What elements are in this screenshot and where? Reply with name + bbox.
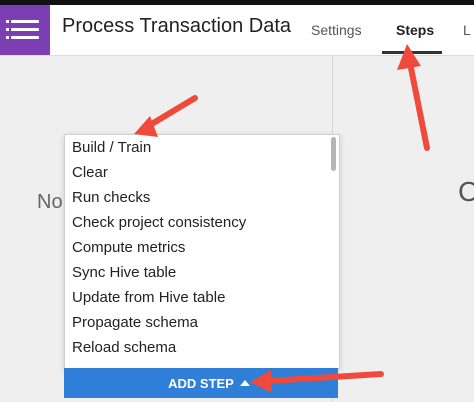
arrow-head-steps <box>397 44 421 70</box>
arrow-to-steps-tab <box>406 55 430 151</box>
annotation-arrows <box>134 44 430 393</box>
arrow-head-add-step <box>250 370 272 393</box>
arrow-to-build-train <box>147 95 198 128</box>
arrow-to-add-step <box>265 371 384 384</box>
